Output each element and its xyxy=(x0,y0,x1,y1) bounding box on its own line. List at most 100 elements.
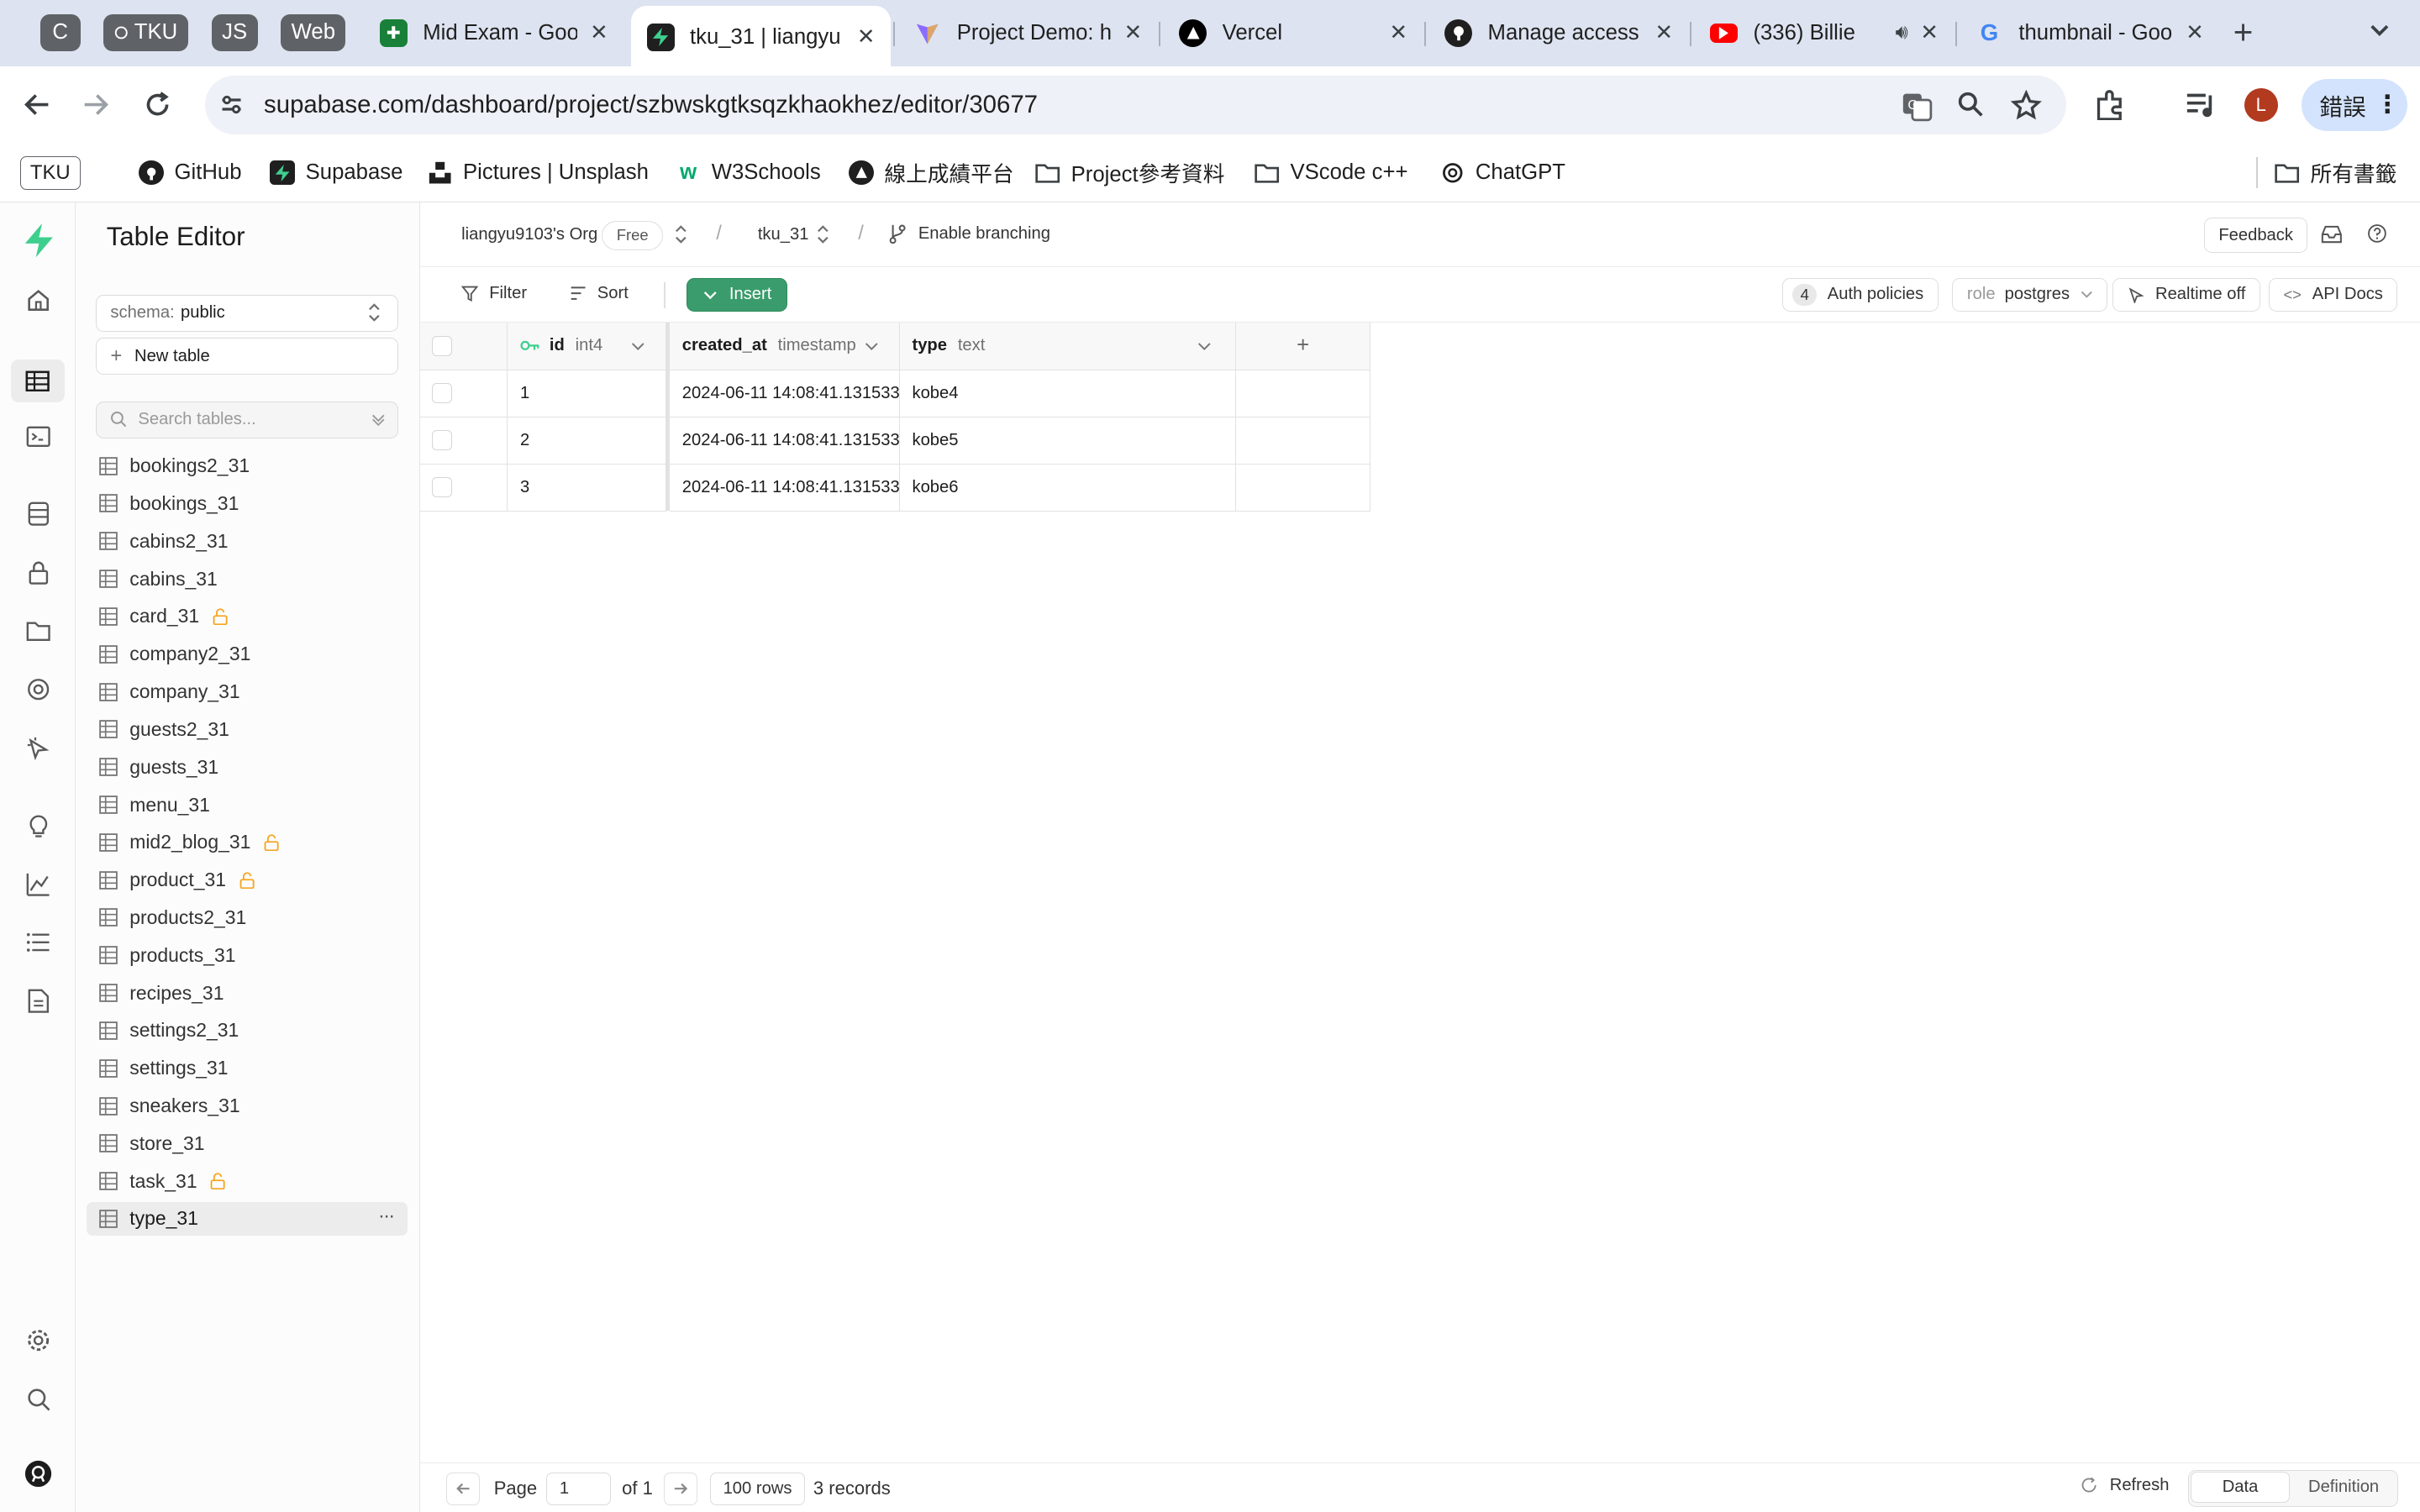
table-list-item[interactable]: cabins2_31 xyxy=(87,524,408,558)
tab-search-button[interactable] xyxy=(2369,18,2400,50)
row-checkbox[interactable] xyxy=(432,430,453,451)
close-icon[interactable]: ✕ xyxy=(2186,20,2204,45)
chevron-down-icon[interactable] xyxy=(1197,339,1212,354)
browser-tab[interactable]: Manage access ✕ xyxy=(1429,8,1689,59)
table-list-item[interactable]: company2_31 xyxy=(87,638,408,671)
enable-branching-button[interactable]: Enable branching xyxy=(889,223,1050,244)
translate-icon[interactable]: G xyxy=(1902,91,1933,122)
error-button[interactable]: 錯誤 ⋮ xyxy=(2301,78,2408,132)
profile-avatar[interactable]: L xyxy=(2244,87,2278,123)
api-docs-icon[interactable] xyxy=(22,984,55,1018)
close-icon[interactable]: ✕ xyxy=(1390,20,1408,45)
tab-group-web[interactable]: Web xyxy=(281,13,346,51)
search-tables-input[interactable]: Search tables... xyxy=(95,401,398,438)
auth-policies-button[interactable]: 4 Auth policies xyxy=(1782,277,1939,312)
bookmark-folder-project[interactable]: Project參考資料 xyxy=(1035,157,1224,188)
close-icon[interactable]: ✕ xyxy=(1920,20,1939,45)
feedback-button[interactable]: Feedback xyxy=(2203,217,2308,254)
extensions-icon[interactable] xyxy=(2094,89,2128,121)
chevron-updown-icon[interactable] xyxy=(675,225,687,244)
bookmark-chatgpt[interactable]: ChatGPT xyxy=(1440,157,1565,188)
row-checkbox[interactable] xyxy=(432,477,453,498)
realtime-icon[interactable] xyxy=(22,732,55,765)
bookmark-unsplash[interactable]: Pictures | Unsplash xyxy=(428,157,649,188)
row-select-cell[interactable] xyxy=(419,417,508,465)
select-all-checkbox[interactable] xyxy=(432,335,453,356)
tab-group-tku[interactable]: TKU xyxy=(103,13,189,51)
grid-cell[interactable]: 2024-06-11 14:08:41.131533 xyxy=(670,370,900,417)
chevron-down-icon[interactable] xyxy=(631,339,645,354)
bookmark-folder-vscode[interactable]: VScode c++ xyxy=(1255,157,1408,188)
table-list-item[interactable]: sneakers_31 xyxy=(87,1089,408,1122)
column-header-id[interactable]: id int4 xyxy=(508,322,667,370)
role-selector[interactable]: role postgres xyxy=(1952,277,2108,312)
home-icon[interactable] xyxy=(22,284,55,318)
next-page-button[interactable] xyxy=(663,1473,698,1505)
back-button[interactable] xyxy=(15,83,58,126)
api-docs-button[interactable]: <> API Docs xyxy=(2268,277,2398,312)
table-list-item[interactable]: bookings2_31 xyxy=(87,449,408,482)
org-name[interactable]: liangyu9103's Org xyxy=(461,225,597,244)
grid-cell[interactable]: 2024-06-11 14:08:41.131533 xyxy=(670,417,900,465)
logs-list-icon[interactable] xyxy=(22,926,55,959)
sql-editor-icon[interactable] xyxy=(22,420,55,454)
table-list-item[interactable]: company_31 xyxy=(87,675,408,708)
reports-chart-icon[interactable] xyxy=(22,867,55,900)
tab-data[interactable]: Data xyxy=(2191,1472,2290,1504)
row-select-cell[interactable] xyxy=(419,370,508,417)
star-icon[interactable] xyxy=(2011,89,2042,121)
table-list-item[interactable]: store_31 xyxy=(87,1126,408,1160)
table-list-item[interactable]: settings2_31 xyxy=(87,1014,408,1047)
chevron-down-icon[interactable] xyxy=(865,339,879,354)
zoom-icon[interactable] xyxy=(1957,91,1985,118)
schema-selector[interactable]: schema: public xyxy=(95,294,398,332)
new-table-button[interactable]: + New table xyxy=(95,338,398,375)
table-list-item[interactable]: guests_31 xyxy=(87,750,408,784)
help-icon[interactable] xyxy=(2367,223,2387,244)
media-controls-icon[interactable] xyxy=(2186,91,2219,118)
browser-tab[interactable]: G thumbnail - Goo ✕ xyxy=(1960,8,2220,59)
bookmark-github[interactable]: GitHub xyxy=(139,157,242,188)
chevron-updown-icon[interactable] xyxy=(817,225,829,244)
insert-button[interactable]: Insert xyxy=(687,277,787,312)
site-info-icon[interactable] xyxy=(218,91,245,118)
search-icon[interactable] xyxy=(22,1383,55,1416)
tab-group-c[interactable]: C xyxy=(39,13,81,51)
browser-tab-active[interactable]: tku_31 | liangyu ✕ xyxy=(631,6,891,68)
add-column-button[interactable]: + xyxy=(1236,322,1370,370)
grid-cell[interactable]: 3 xyxy=(508,464,667,512)
user-account-icon[interactable] xyxy=(22,1457,55,1490)
table-list-item[interactable]: product_31 xyxy=(87,863,408,896)
project-name[interactable]: tku_31 xyxy=(758,225,809,244)
grid-cell[interactable]: kobe6 xyxy=(899,464,1237,512)
table-list-item[interactable]: guests2_31 xyxy=(87,712,408,746)
close-icon[interactable]: ✕ xyxy=(857,24,876,50)
bookmark-supabase[interactable]: Supabase xyxy=(270,157,402,188)
storage-icon[interactable] xyxy=(22,614,55,648)
close-icon[interactable]: ✕ xyxy=(590,20,608,45)
table-list-item[interactable]: recipes_31 xyxy=(87,976,408,1010)
row-select-cell[interactable] xyxy=(419,464,508,512)
forward-button[interactable] xyxy=(74,83,117,126)
table-list-item[interactable]: mid2_blog_31 xyxy=(87,826,408,859)
inbox-icon[interactable] xyxy=(2321,225,2343,244)
auth-lock-icon[interactable] xyxy=(22,555,55,589)
grid-cell[interactable]: kobe4 xyxy=(899,370,1237,417)
grid-cell[interactable]: kobe5 xyxy=(899,417,1237,465)
browser-tab[interactable]: (336) Billie 🔊︎ ✕ xyxy=(1695,8,1954,59)
tab-definition[interactable]: Definition xyxy=(2292,1472,2394,1503)
row-checkbox[interactable] xyxy=(432,383,453,404)
database-icon[interactable] xyxy=(22,496,55,530)
sort-button[interactable]: Sort xyxy=(570,284,629,303)
realtime-toggle-button[interactable]: Realtime off xyxy=(2112,277,2260,312)
table-list-item[interactable]: card_31 xyxy=(87,600,408,633)
supabase-logo-icon[interactable] xyxy=(22,223,55,258)
table-list-item[interactable]: menu_31 xyxy=(87,788,408,822)
settings-gear-icon[interactable] xyxy=(22,1324,55,1357)
advisors-lightbulb-icon[interactable] xyxy=(22,808,55,842)
grid-cell[interactable]: 2 xyxy=(508,417,667,465)
reload-button[interactable] xyxy=(136,83,179,126)
bookmark-tku[interactable]: TKU xyxy=(19,155,81,190)
refresh-button[interactable]: Refresh xyxy=(2081,1476,2169,1495)
table-list-item[interactable]: task_31 xyxy=(87,1164,408,1198)
